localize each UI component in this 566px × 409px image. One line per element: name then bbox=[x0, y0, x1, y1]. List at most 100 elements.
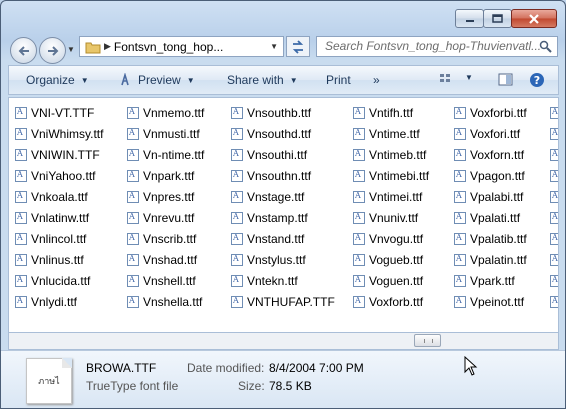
list-item[interactable]: Vnlinus.ttf bbox=[15, 249, 103, 270]
file-name: Vnshella.ttf bbox=[143, 294, 203, 309]
list-item[interactable]: VniWhimsy.ttf bbox=[15, 123, 103, 144]
list-item[interactable]: Vnvogu.ttf bbox=[353, 228, 429, 249]
list-item[interactable]: Vnshell.ttf bbox=[127, 270, 204, 291]
file-name: Vpark.ttf bbox=[470, 273, 515, 288]
list-item[interactable]: Vpalatib.ttf bbox=[454, 228, 527, 249]
list-item[interactable]: Vnscrib.ttf bbox=[127, 228, 204, 249]
list-item[interactable]: Vnsouthn.ttf bbox=[231, 165, 335, 186]
list-item[interactable] bbox=[550, 249, 558, 270]
list-item[interactable]: Vnmemo.ttf bbox=[127, 102, 204, 123]
list-item[interactable]: Vnlatinw.ttf bbox=[15, 207, 103, 228]
list-item[interactable] bbox=[550, 228, 558, 249]
list-item[interactable]: Vogueb.ttf bbox=[353, 249, 429, 270]
views-dropdown[interactable]: ▼ bbox=[465, 73, 473, 82]
list-item[interactable]: Vnlincol.ttf bbox=[15, 228, 103, 249]
list-item[interactable]: Vnstamp.ttf bbox=[231, 207, 335, 228]
file-name: Vntimeb.ttf bbox=[369, 147, 427, 162]
list-item[interactable]: Vntime.ttf bbox=[353, 123, 429, 144]
file-column: Vntifh.ttf Vntime.ttf Vntimeb.ttf Vntime… bbox=[353, 102, 429, 312]
list-item[interactable]: Vnmusti.ttf bbox=[127, 123, 204, 144]
address-dropdown-icon[interactable]: ▼ bbox=[270, 42, 278, 51]
list-item[interactable]: Vnuniv.ttf bbox=[353, 207, 429, 228]
breadcrumb-separator-icon[interactable]: ▶ bbox=[104, 41, 111, 52]
preview-pane-icon bbox=[498, 73, 513, 86]
list-item[interactable]: Vnpark.ttf bbox=[127, 165, 204, 186]
list-item[interactable]: VNIWIN.TTF bbox=[15, 144, 103, 165]
list-item[interactable]: Vpalati.ttf bbox=[454, 207, 527, 228]
list-item[interactable] bbox=[550, 186, 558, 207]
file-column: VNI-VT.TTF VniWhimsy.ttf VNIWIN.TTF VniY… bbox=[15, 102, 103, 312]
file-name: Vpalabi.ttf bbox=[470, 189, 524, 204]
list-item[interactable]: Vpalabi.ttf bbox=[454, 186, 527, 207]
list-item[interactable]: Vnlucida.ttf bbox=[15, 270, 103, 291]
address-bar[interactable]: ▶ Fontsvn_tong_hop... ▼ bbox=[79, 36, 284, 57]
forward-button[interactable] bbox=[39, 37, 66, 64]
list-item[interactable]: VNTHUFAP.TTF bbox=[231, 291, 335, 312]
list-item[interactable]: Vnshad.ttf bbox=[127, 249, 204, 270]
list-item[interactable]: Vnstand.ttf bbox=[231, 228, 335, 249]
search-input[interactable]: Search Fontsvn_tong_hop-Thuvienvatl... bbox=[316, 36, 558, 57]
file-name: Vnpres.ttf bbox=[143, 189, 195, 204]
share-with-menu[interactable]: Share with ▼ bbox=[227, 73, 298, 87]
list-item[interactable]: VNI-VT.TTF bbox=[15, 102, 103, 123]
scrollbar-thumb[interactable] bbox=[414, 334, 441, 347]
close-button[interactable] bbox=[511, 9, 557, 28]
more-commands-button[interactable]: » bbox=[373, 73, 380, 87]
list-item[interactable]: Vnpres.ttf bbox=[127, 186, 204, 207]
list-item[interactable]: Vntimeb.ttf bbox=[353, 144, 429, 165]
font-file-icon bbox=[127, 232, 139, 245]
list-item[interactable]: Voxforn.ttf bbox=[454, 144, 527, 165]
help-button[interactable]: ? bbox=[529, 72, 545, 88]
list-item[interactable]: VniYahoo.ttf bbox=[15, 165, 103, 186]
list-item[interactable]: Voxforb.ttf bbox=[353, 291, 429, 312]
list-item[interactable]: Vnrevu.ttf bbox=[127, 207, 204, 228]
font-file-icon bbox=[550, 274, 558, 287]
list-item[interactable]: Vnsouthd.ttf bbox=[231, 123, 335, 144]
search-icon[interactable] bbox=[539, 40, 552, 56]
list-item[interactable]: Vnshella.ttf bbox=[127, 291, 204, 312]
minimize-button[interactable] bbox=[455, 9, 484, 28]
font-file-icon bbox=[15, 106, 27, 119]
list-item[interactable]: Vntimebi.ttf bbox=[353, 165, 429, 186]
preview-pane-button[interactable] bbox=[498, 73, 514, 87]
list-item[interactable] bbox=[550, 165, 558, 186]
back-button[interactable] bbox=[10, 37, 37, 64]
file-name: Vntime.ttf bbox=[369, 126, 420, 141]
list-item[interactable]: Vnstage.ttf bbox=[231, 186, 335, 207]
list-item[interactable]: Vnsouthb.ttf bbox=[231, 102, 335, 123]
list-item[interactable] bbox=[550, 207, 558, 228]
list-item[interactable]: Voguen.ttf bbox=[353, 270, 429, 291]
change-view-button[interactable] bbox=[439, 73, 455, 85]
maximize-button[interactable] bbox=[483, 9, 512, 28]
list-item[interactable] bbox=[550, 123, 558, 144]
breadcrumb-folder[interactable]: Fontsvn_tong_hop... bbox=[114, 40, 223, 54]
list-item[interactable] bbox=[550, 144, 558, 165]
list-item[interactable]: Vnstylus.ttf bbox=[231, 249, 335, 270]
list-item[interactable]: Vntekn.ttf bbox=[231, 270, 335, 291]
print-button[interactable]: Print bbox=[326, 73, 351, 87]
list-item[interactable] bbox=[550, 270, 558, 291]
organize-menu[interactable]: Organize ▼ bbox=[26, 73, 89, 87]
font-file-icon bbox=[550, 127, 558, 140]
close-icon bbox=[529, 13, 539, 24]
list-item[interactable]: Vpeinot.ttf bbox=[454, 291, 527, 312]
list-item[interactable]: Vpagon.ttf bbox=[454, 165, 527, 186]
list-item[interactable]: Voxforbi.ttf bbox=[454, 102, 527, 123]
list-item[interactable] bbox=[550, 291, 558, 312]
recent-pages-dropdown[interactable]: ▼ bbox=[67, 45, 75, 54]
list-item[interactable] bbox=[550, 102, 558, 123]
horizontal-scrollbar[interactable] bbox=[8, 333, 559, 350]
preview-button[interactable]: Preview ▼ bbox=[118, 73, 195, 87]
list-item[interactable]: Vpalatin.ttf bbox=[454, 249, 527, 270]
size-label: Size: bbox=[238, 379, 265, 393]
list-item[interactable]: Vnsouthi.ttf bbox=[231, 144, 335, 165]
list-item[interactable]: Vnkoala.ttf bbox=[15, 186, 103, 207]
list-item[interactable]: Vn-ntime.ttf bbox=[127, 144, 204, 165]
refresh-button[interactable] bbox=[286, 36, 310, 57]
file-name: Vnrevu.ttf bbox=[143, 210, 195, 225]
list-item[interactable]: Vntimei.ttf bbox=[353, 186, 429, 207]
list-item[interactable]: Vpark.ttf bbox=[454, 270, 527, 291]
list-item[interactable]: Vnlydi.ttf bbox=[15, 291, 103, 312]
list-item[interactable]: Vntifh.ttf bbox=[353, 102, 429, 123]
list-item[interactable]: Voxfori.ttf bbox=[454, 123, 527, 144]
